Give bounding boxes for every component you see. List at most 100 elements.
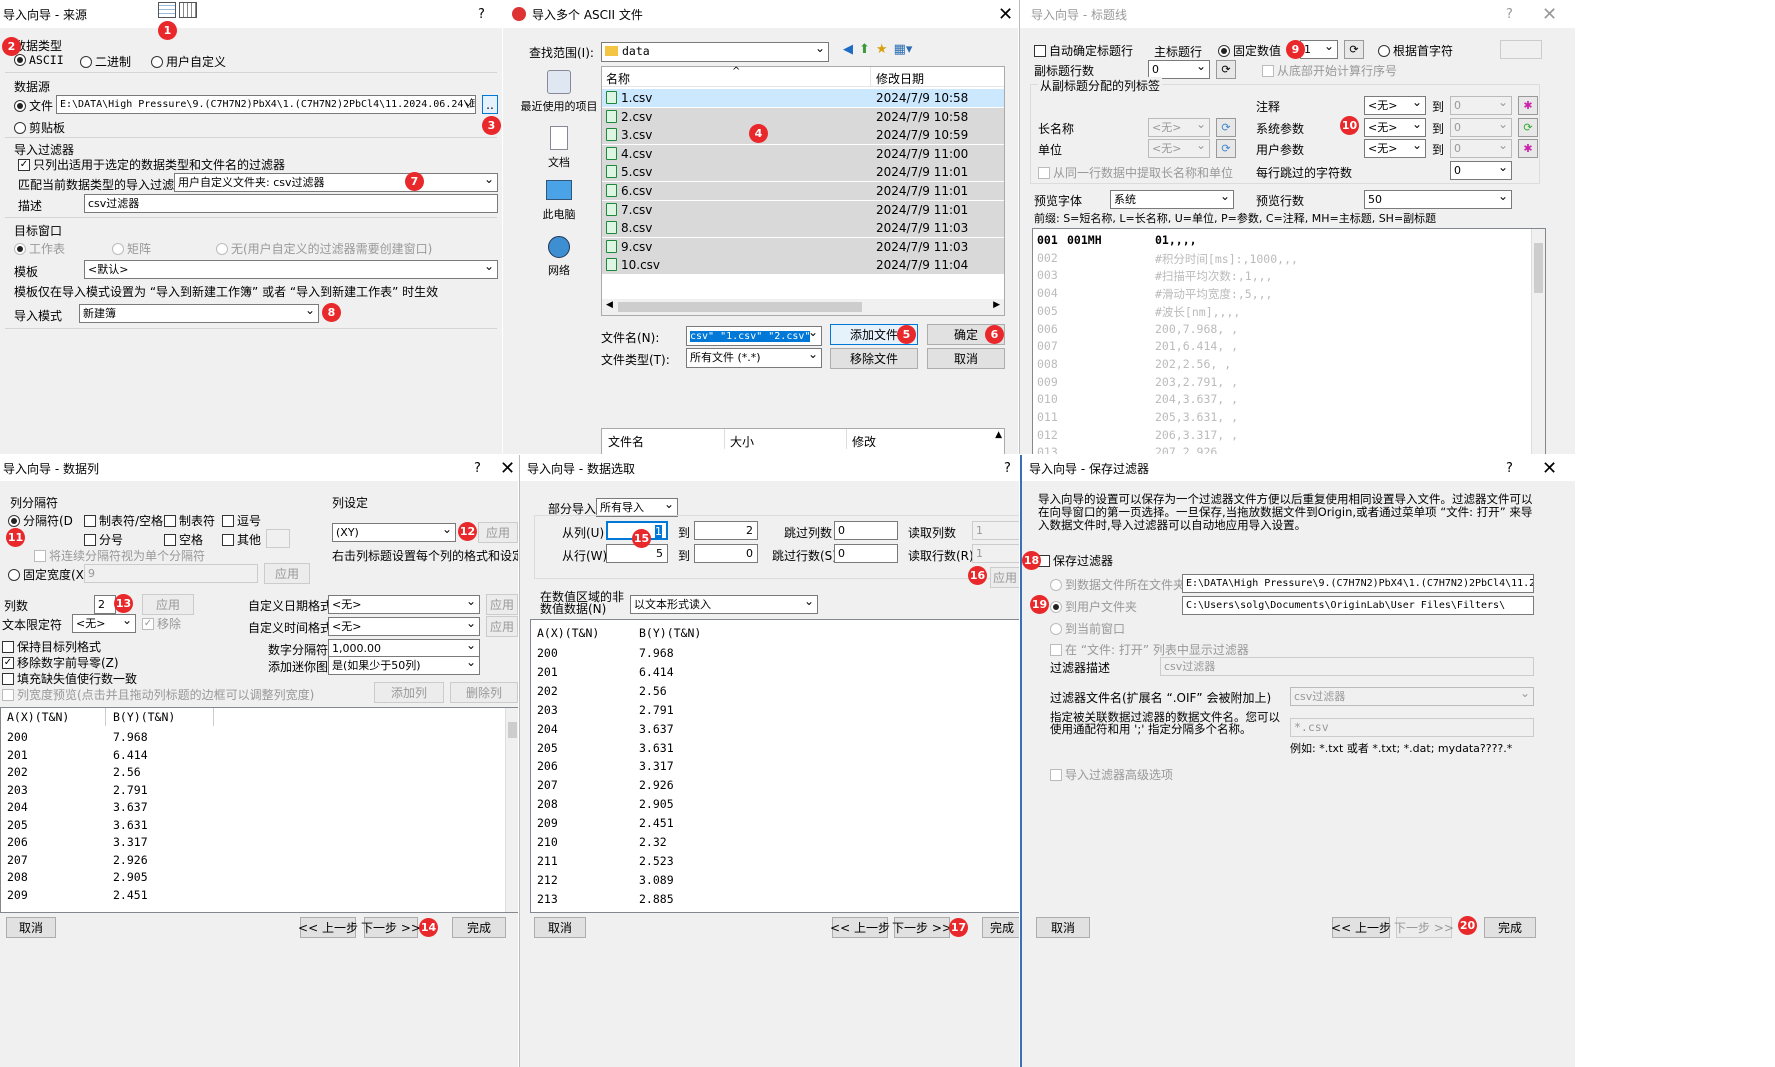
look-in-combo[interactable]: data [601, 42, 829, 62]
prev-button[interactable]: << 上一步 [298, 917, 358, 938]
fixed-width-field[interactable]: 9 [84, 564, 258, 583]
refresh-icon[interactable]: ⟳ [1216, 118, 1236, 137]
remove-leading-zero-check[interactable]: ✓ 移除数字前导零(Z) [2, 654, 119, 671]
vertical-scrollbar[interactable] [505, 708, 518, 912]
radio-clipboard[interactable]: 剪贴板 [14, 119, 65, 136]
column-header-a[interactable]: A(X)(T&N) [537, 626, 599, 640]
data-preview-grid[interactable]: A(X)(T&N) B(Y)(T&N) 200 7.968 201 6.414 202 2… [530, 619, 1019, 913]
data-preview-grid[interactable]: A(X)(T&N) B(Y)(T&N) 200 7.968 201 6.414 202 2… [0, 707, 518, 913]
filter-name-combo[interactable]: csv过滤器 [1290, 687, 1534, 706]
file-row[interactable]: 10.csv 2024/7/9 11:04 [602, 256, 1004, 275]
finish-button[interactable]: 完成 [1484, 917, 1536, 938]
up-folder-icon[interactable]: ⬆ [859, 42, 870, 57]
comment-combo[interactable]: <无> [1364, 96, 1426, 115]
apply-button[interactable]: 应用 [264, 563, 310, 584]
toolbar-icons[interactable] [158, 2, 197, 18]
extract-check[interactable]: 从同一行数据中提取长名称和单位 [1038, 164, 1233, 181]
consecutive-check[interactable]: 将连续分隔符视为单个分隔符 [34, 547, 205, 564]
prev-button[interactable]: << 上一步 [830, 917, 890, 938]
first-char-field[interactable] [1500, 40, 1542, 59]
filter-only-check[interactable]: ✓ 只列出适用于选定的数据类型和文件名的过滤器 [18, 156, 285, 173]
apply-button[interactable]: 应用 [142, 594, 194, 615]
assoc-field[interactable]: *.csv [1290, 718, 1534, 737]
num-columns-field[interactable]: 2 [94, 595, 116, 614]
file-list[interactable]: 名称 ^ 修改日期 1.csv 2024/7/9 10:58 2.csv 2024/7… [601, 66, 1005, 316]
cancel-button[interactable]: 取消 [6, 917, 56, 938]
help-icon[interactable]: ? [478, 7, 485, 22]
file-row[interactable]: 3.csv 2024/7/9 10:59 [602, 126, 1004, 145]
next-button[interactable]: 下一步 >> [1394, 917, 1454, 938]
radio-none[interactable]: 无(用户自定义的过滤器需要创建窗口) [216, 240, 432, 257]
data-folder-path[interactable]: E:\DATA\High Pressure\9.(C7H7N2)PbX4\1.(… [1182, 574, 1534, 593]
radio-fixed-value[interactable]: 固定数值 [1218, 42, 1281, 59]
file-row[interactable]: 7.csv 2024/7/9 11:01 [602, 200, 1004, 219]
place-this-pc[interactable]: 此电脑 [515, 180, 603, 222]
list-col-modified[interactable]: 修改 [852, 433, 876, 450]
finish-button[interactable]: 完成 [452, 917, 506, 938]
file-row[interactable]: 2.csv 2024/7/9 10:58 [602, 107, 1004, 126]
to-column-field[interactable]: 2 [694, 521, 758, 540]
filetype-combo[interactable]: 所有文件 (*.*) [686, 348, 822, 368]
remove-file-button[interactable]: 移除文件 [830, 348, 918, 369]
match-filter-combo[interactable]: 用户自定义文件夹: csv过滤器 [174, 173, 498, 192]
template-combo[interactable]: <默认> [84, 260, 498, 279]
tab-check[interactable]: 制表符 [164, 512, 215, 529]
preview-rows-combo[interactable]: 50 [1364, 190, 1512, 209]
radio-fixed-width[interactable]: 固定宽度(X) [8, 566, 89, 583]
radio-ascii[interactable]: ASCII [14, 53, 64, 67]
user-param-combo[interactable]: <无> [1364, 139, 1426, 158]
cancel-button[interactable]: 取消 [927, 348, 1005, 369]
time-format-combo[interactable]: <无> [328, 617, 480, 636]
user-param-to-combo[interactable]: 0 [1450, 139, 1512, 158]
help-icon[interactable]: ? [474, 461, 481, 476]
refresh-icon[interactable]: ⟳ [1216, 139, 1236, 158]
date-format-combo[interactable]: <无> [328, 595, 480, 614]
filename-combo[interactable]: csv" "1.csv" "2.csv" [686, 326, 822, 346]
selected-file-list[interactable]: 文件名 大小 修改 ▲ [601, 428, 1005, 454]
to-row-field[interactable]: 0 [694, 544, 758, 563]
text-qualifier-combo[interactable]: <无> [72, 614, 136, 633]
radio-user-folder[interactable]: 到用户文件夹 [1050, 598, 1137, 615]
sparkle-icon[interactable]: ✱ [1518, 139, 1538, 158]
refresh-icon[interactable]: ⟳ [1518, 118, 1538, 137]
column-header-b[interactable]: B(Y)(T&N) [113, 710, 175, 724]
apply-button[interactable]: 应用 [486, 594, 518, 615]
scroll-up-icon[interactable]: ▲ [995, 430, 1002, 440]
place-network[interactable]: 网络 [515, 236, 603, 278]
sys-param-combo[interactable]: <无> [1364, 118, 1426, 137]
place-recent[interactable]: 最近使用的项目 [515, 70, 603, 114]
radio-workbook[interactable]: 工作表 [14, 240, 65, 257]
save-filter-check[interactable]: 保存过滤器 [1038, 552, 1113, 569]
unit-combo[interactable]: <无> [1148, 139, 1210, 158]
comment-to-combo[interactable]: 0 [1450, 96, 1512, 115]
radio-user-defined[interactable]: 用户自定义 [151, 53, 226, 70]
vertical-scrollbar[interactable] [1531, 229, 1545, 454]
apply-button[interactable]: 应用 [478, 522, 518, 543]
skip-rows-field[interactable]: 0 [834, 544, 898, 563]
column-header-b[interactable]: B(Y)(T&N) [639, 626, 701, 640]
list-col-filename[interactable]: 文件名 [608, 433, 644, 450]
close-icon[interactable]: ✕ [1542, 458, 1557, 479]
next-button[interactable]: 下一步 >> [892, 917, 952, 938]
col-width-preview-check[interactable]: 列宽度预览(点击并且拖动列标题的边框可以调整列宽度) [2, 686, 314, 703]
keep-format-check[interactable]: 保持目标列格式 [2, 638, 101, 655]
add-column-button[interactable]: 添加列 [374, 682, 444, 703]
sys-param-to-combo[interactable]: 0 [1450, 118, 1512, 137]
place-documents[interactable]: 文档 [515, 126, 603, 170]
delete-column-button[interactable]: 删除列 [450, 682, 518, 703]
file-row[interactable]: 4.csv 2024/7/9 11:00 [602, 144, 1004, 163]
auto-header-check[interactable]: 自动确定标题行 [1034, 42, 1133, 59]
import-mode-combo[interactable]: 新建簿 [79, 304, 319, 323]
apply-button[interactable]: 应用 [486, 616, 518, 637]
tab-space-check[interactable]: 制表符/空格 [84, 512, 163, 529]
file-row[interactable]: 8.csv 2024/7/9 11:03 [602, 219, 1004, 238]
help-icon[interactable]: ? [1004, 461, 1011, 476]
preview-font-combo[interactable]: 系统 [1110, 190, 1234, 209]
preview-area[interactable]: 001 001MH 01,,,, 002 #积分时间[ms]:,1000,,, 003 #扫… [1032, 228, 1546, 454]
user-folder-path[interactable]: C:\Users\solg\Documents\OriginLab\User F… [1182, 596, 1534, 615]
fill-missing-check[interactable]: 填充缺失值使行数一致 [2, 670, 137, 687]
sparkle-icon[interactable]: ✱ [1518, 96, 1538, 115]
view-menu-icon[interactable]: ▦▾ [894, 42, 913, 57]
read-columns-field[interactable]: 1 [972, 521, 1019, 540]
radio-file[interactable]: 文件 [14, 97, 53, 114]
